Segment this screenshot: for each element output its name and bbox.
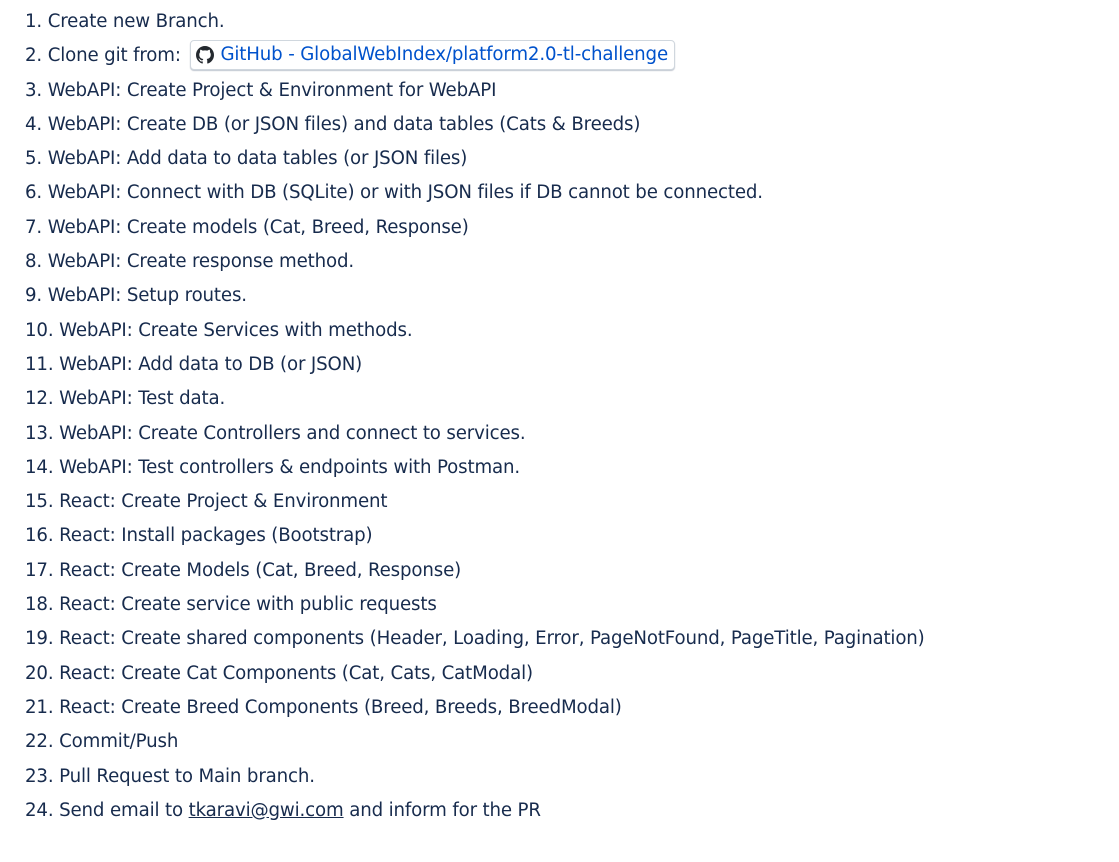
list-item: 4. WebAPI: Create DB (or JSON files) and… bbox=[25, 108, 925, 142]
step-number: 8. bbox=[25, 251, 43, 273]
step-text: React: Create shared components (Header,… bbox=[59, 628, 925, 650]
step-text: Commit/Push bbox=[59, 731, 179, 753]
list-item: 24. Send email to tkaravi@gwi.com and in… bbox=[25, 794, 925, 828]
list-item: 6. WebAPI: Connect with DB (SQLite) or w… bbox=[25, 176, 925, 210]
step-number: 6. bbox=[25, 182, 43, 204]
step-number: 15. bbox=[25, 491, 54, 513]
step-number: 3. bbox=[25, 79, 43, 101]
step-list: 1. Create new Branch. 2. Clone git from:… bbox=[25, 5, 925, 828]
step-text: WebAPI: Test data. bbox=[59, 388, 226, 410]
step-text: React: Create Cat Components (Cat, Cats,… bbox=[59, 662, 533, 684]
step-number: 11. bbox=[25, 353, 54, 375]
step-text: WebAPI: Create Project & Environment for… bbox=[47, 79, 497, 101]
step-text: WebAPI: Create response method. bbox=[47, 251, 355, 273]
step-number: 5. bbox=[25, 148, 43, 170]
step-text: React: Create Project & Environment bbox=[59, 491, 388, 513]
list-item: 9. WebAPI: Setup routes. bbox=[25, 279, 925, 313]
step-number: 1. bbox=[25, 11, 43, 32]
list-item: 15. React: Create Project & Environment bbox=[25, 485, 925, 519]
step-number: 7. bbox=[25, 216, 43, 238]
github-repo-link[interactable]: GitHub - GlobalWebIndex/platform2.0-tl-c… bbox=[190, 40, 675, 71]
email-link[interactable]: tkaravi@gwi.com bbox=[189, 800, 344, 821]
step-number: 24. bbox=[25, 799, 54, 821]
step-text: React: Install packages (Bootstrap) bbox=[59, 525, 373, 547]
step-text: React: Create service with public reques… bbox=[59, 594, 437, 616]
step-text: WebAPI: Add data to data tables (or JSON… bbox=[47, 148, 468, 170]
step-number: 9. bbox=[25, 285, 43, 307]
step-text: WebAPI: Create Services with methods. bbox=[59, 319, 413, 341]
step-text: Clone git from: bbox=[47, 45, 181, 67]
list-item: 5. WebAPI: Add data to data tables (or J… bbox=[25, 142, 925, 176]
step-text: WebAPI: Create Controllers and connect t… bbox=[59, 422, 526, 444]
step-text: Send email to bbox=[59, 799, 183, 821]
list-item: 13. WebAPI: Create Controllers and conne… bbox=[25, 417, 925, 451]
github-icon bbox=[196, 46, 215, 64]
step-number: 18. bbox=[25, 594, 54, 616]
step-text: and inform for the PR bbox=[349, 799, 541, 821]
list-item: 19. React: Create shared components (Hea… bbox=[25, 622, 925, 656]
step-text: WebAPI: Connect with DB (SQLite) or with… bbox=[47, 182, 763, 204]
step-number: 12. bbox=[25, 388, 54, 410]
list-item: 16. React: Install packages (Bootstrap) bbox=[25, 519, 925, 553]
list-item: 20. React: Create Cat Components (Cat, C… bbox=[25, 657, 925, 691]
list-item: 21. React: Create Breed Components (Bree… bbox=[25, 691, 925, 725]
list-item: 22. Commit/Push bbox=[25, 725, 925, 759]
list-item: 10. WebAPI: Create Services with methods… bbox=[25, 314, 925, 348]
step-text: WebAPI: Add data to DB (or JSON) bbox=[59, 353, 363, 375]
step-number: 2. bbox=[25, 45, 43, 67]
list-item: 2. Clone git from: GitHub - GlobalWebInd… bbox=[25, 39, 925, 73]
list-item: 23. Pull Request to Main branch. bbox=[25, 760, 925, 794]
step-number: 13. bbox=[25, 422, 54, 444]
step-number: 10. bbox=[25, 319, 54, 341]
step-number: 17. bbox=[25, 559, 54, 581]
list-item: 8. WebAPI: Create response method. bbox=[25, 245, 925, 279]
step-text: React: Create Models (Cat, Breed, Respon… bbox=[59, 559, 462, 581]
step-text: WebAPI: Setup routes. bbox=[47, 285, 247, 307]
step-number: 22. bbox=[25, 731, 54, 753]
step-number: 20. bbox=[25, 662, 54, 684]
step-number: 19. bbox=[25, 628, 54, 650]
list-item: 18. React: Create service with public re… bbox=[25, 588, 925, 622]
list-item: 14. WebAPI: Test controllers & endpoints… bbox=[25, 451, 925, 485]
list-item: 3. WebAPI: Create Project & Environment … bbox=[25, 74, 925, 108]
step-number: 23. bbox=[25, 765, 54, 787]
github-link-label: GitHub - GlobalWebIndex/platform2.0-tl-c… bbox=[220, 44, 668, 66]
list-item: 1. Create new Branch. bbox=[25, 5, 925, 39]
list-item: 12. WebAPI: Test data. bbox=[25, 382, 925, 416]
step-text: Pull Request to Main branch. bbox=[59, 765, 315, 787]
step-number: 21. bbox=[25, 696, 54, 718]
list-item: 7. WebAPI: Create models (Cat, Breed, Re… bbox=[25, 211, 925, 245]
step-text: React: Create Breed Components (Breed, B… bbox=[59, 696, 622, 718]
step-text: WebAPI: Create models (Cat, Breed, Respo… bbox=[47, 216, 469, 238]
step-number: 16. bbox=[25, 525, 54, 547]
list-item: 11. WebAPI: Add data to DB (or JSON) bbox=[25, 348, 925, 382]
list-item: 17. React: Create Models (Cat, Breed, Re… bbox=[25, 554, 925, 588]
step-text: Create new Branch. bbox=[47, 11, 225, 32]
step-number: 14. bbox=[25, 456, 54, 478]
step-number: 4. bbox=[25, 113, 43, 135]
step-text: WebAPI: Create DB (or JSON files) and da… bbox=[47, 113, 641, 135]
step-text: WebAPI: Test controllers & endpoints wit… bbox=[59, 456, 521, 478]
